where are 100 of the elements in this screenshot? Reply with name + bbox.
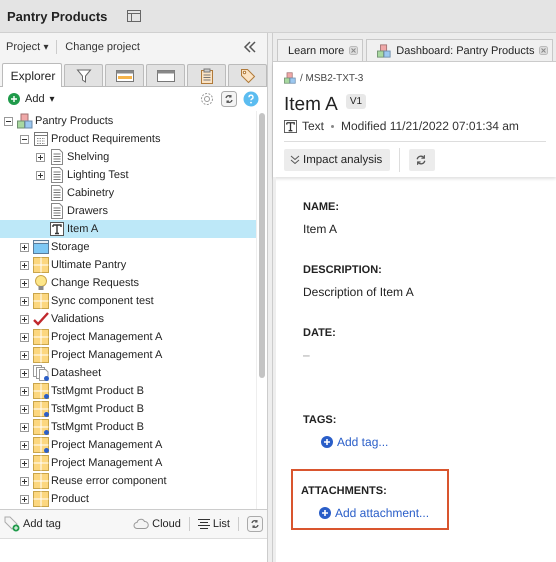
tree-item[interactable]: Project Management A bbox=[51, 349, 162, 361]
tree-item[interactable]: Change Requests bbox=[51, 277, 140, 289]
tag-add-icon bbox=[4, 516, 20, 532]
clipboard-tab[interactable] bbox=[187, 64, 226, 86]
explorer-tab[interactable]: Explorer bbox=[2, 63, 62, 87]
project-icon[interactable] bbox=[284, 72, 296, 84]
project-icon bbox=[16, 113, 32, 129]
document-tab[interactable]: Learn more bbox=[277, 39, 364, 61]
tree-item[interactable]: TstMgmt Product B bbox=[51, 421, 144, 433]
tree-item[interactable]: Cabinetry bbox=[67, 187, 114, 199]
tree-item[interactable]: Ultimate Pantry bbox=[51, 259, 126, 271]
sync-icon[interactable] bbox=[221, 91, 237, 107]
expand-toggle[interactable] bbox=[20, 368, 29, 378]
project-menu[interactable]: Project ▾ bbox=[6, 40, 48, 52]
close-icon[interactable] bbox=[539, 46, 548, 55]
document-tab[interactable]: Dashboard: Pantry Products bbox=[366, 39, 554, 61]
expand-toggle[interactable] bbox=[36, 170, 45, 180]
refresh-button[interactable] bbox=[409, 149, 436, 171]
version-badge: V1 bbox=[346, 94, 366, 109]
expand-toggle[interactable] bbox=[20, 494, 29, 504]
tree-item[interactable]: Shelving bbox=[67, 151, 110, 163]
expand-toggle[interactable] bbox=[20, 386, 29, 396]
add-tag-button[interactable]: Add tag bbox=[4, 516, 61, 532]
item-title: Item A bbox=[284, 94, 338, 116]
list-view-button[interactable]: List bbox=[198, 518, 230, 530]
tree-item[interactable]: Sync component test bbox=[51, 295, 154, 307]
window-icon bbox=[32, 239, 48, 255]
tag-tab[interactable] bbox=[228, 64, 267, 86]
expand-toggle[interactable] bbox=[20, 404, 29, 414]
expand-toggle[interactable] bbox=[20, 296, 29, 306]
tree-item[interactable]: Project Management A bbox=[51, 331, 162, 343]
impact-analysis-button[interactable]: Impact analysis bbox=[284, 149, 390, 171]
list-icon bbox=[198, 518, 210, 530]
tree-item[interactable]: Item A bbox=[67, 223, 98, 235]
add-link[interactable]: Add attachment... bbox=[335, 506, 430, 520]
text-type-icon bbox=[50, 222, 64, 236]
link-dot-icon bbox=[44, 430, 49, 435]
add-icon[interactable] bbox=[319, 507, 331, 519]
grid-icon bbox=[32, 293, 48, 309]
expand-toggle[interactable] bbox=[20, 278, 29, 288]
collapse-icon[interactable] bbox=[243, 40, 257, 52]
tree-item[interactable]: Datasheet bbox=[51, 367, 102, 379]
add-button[interactable]: Add ▾ bbox=[8, 93, 55, 105]
tree-item[interactable]: Project Management A bbox=[51, 457, 162, 469]
window-icon bbox=[156, 68, 174, 82]
expand-toggle[interactable] bbox=[36, 152, 45, 162]
settings-icon[interactable] bbox=[199, 91, 215, 107]
expand-toggle[interactable] bbox=[20, 440, 29, 450]
link-dot-icon bbox=[44, 394, 49, 399]
expand-toggle[interactable] bbox=[20, 242, 29, 252]
change-project-link[interactable]: Change project bbox=[65, 40, 140, 52]
tree-item[interactable]: TstMgmt Product B bbox=[51, 385, 144, 397]
tab-label: Dashboard: Pantry Products bbox=[396, 44, 534, 56]
grid-icon bbox=[32, 491, 48, 507]
scrollbar-thumb[interactable] bbox=[259, 113, 265, 378]
tree-item[interactable]: Pantry Products bbox=[35, 115, 114, 127]
tree-item[interactable]: Project Management A bbox=[51, 439, 162, 451]
checkmark-icon bbox=[32, 312, 48, 326]
cloud-view-button[interactable]: Cloud bbox=[133, 518, 181, 530]
close-icon[interactable] bbox=[349, 46, 358, 55]
link-dot-icon bbox=[44, 376, 49, 381]
expand-toggle[interactable] bbox=[20, 476, 29, 486]
grid-icon bbox=[32, 257, 48, 273]
collapse-toggle[interactable] bbox=[20, 134, 29, 144]
tree-item[interactable]: Lighting Test bbox=[67, 169, 129, 181]
collapse-toggle[interactable] bbox=[4, 116, 13, 126]
text-type-icon bbox=[284, 120, 297, 132]
link-dot-icon bbox=[44, 412, 49, 417]
add-icon[interactable] bbox=[321, 436, 333, 448]
tree-item[interactable]: Validations bbox=[51, 313, 104, 325]
add-link[interactable]: Add tag... bbox=[337, 435, 388, 449]
field-label: DATE: bbox=[303, 327, 337, 339]
tab-label: Learn more bbox=[288, 44, 344, 56]
window-tab[interactable] bbox=[146, 64, 185, 86]
tree-item[interactable]: Product Requirements bbox=[51, 133, 160, 145]
calendar-tab[interactable] bbox=[105, 64, 144, 86]
filter-tab[interactable] bbox=[64, 64, 103, 86]
tree-item[interactable]: TstMgmt Product B bbox=[51, 403, 144, 415]
expand-toggle[interactable] bbox=[20, 458, 29, 468]
expand-toggle[interactable] bbox=[20, 314, 29, 324]
expand-toggle[interactable] bbox=[20, 260, 29, 270]
tree-item[interactable]: Product bbox=[51, 493, 89, 505]
layout-icon[interactable] bbox=[127, 10, 142, 22]
breadcrumb[interactable]: / MSB2-TXT-3 bbox=[300, 72, 364, 84]
grid-icon bbox=[32, 455, 48, 471]
expand-toggle[interactable] bbox=[20, 332, 29, 342]
grid-icon bbox=[32, 473, 48, 489]
tree-item[interactable]: Drawers bbox=[67, 205, 108, 217]
expand-toggle[interactable] bbox=[20, 350, 29, 360]
app-title: Pantry Products bbox=[7, 8, 108, 24]
refresh-icon bbox=[415, 154, 428, 166]
expand-toggle[interactable] bbox=[20, 422, 29, 432]
field-label: DESCRIPTION: bbox=[303, 264, 383, 276]
tree-item[interactable]: Storage bbox=[51, 241, 90, 253]
document-icon bbox=[50, 167, 64, 183]
tree-item[interactable]: Reuse error component bbox=[51, 475, 167, 487]
module-icon bbox=[32, 131, 48, 147]
grid-icon bbox=[32, 347, 48, 363]
grid-icon bbox=[32, 437, 48, 453]
sync-icon[interactable] bbox=[247, 516, 263, 532]
